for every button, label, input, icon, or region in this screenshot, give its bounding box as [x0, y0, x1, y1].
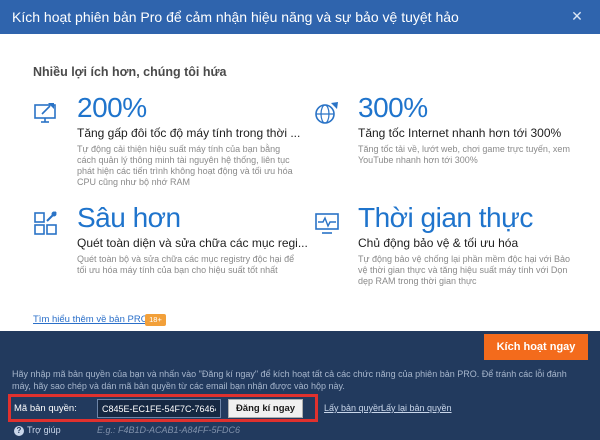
retrieve-license-link[interactable]: Lấy lại bản quyền: [381, 403, 452, 413]
feature-internet-value: 300%: [358, 92, 428, 123]
feature-deep: Sâu hơn Quét toàn diện và sửa chữa các m…: [33, 202, 308, 300]
feature-deep-subtitle: Quét toàn diện và sửa chữa các mục regi.…: [77, 236, 308, 250]
title-bar: Kích hoạt phiên bản Pro để cảm nhận hiệu…: [0, 0, 600, 34]
activation-window: Kích hoạt phiên bản Pro để cảm nhận hiệu…: [0, 0, 600, 440]
feature-speed-description: Tự động cải thiện hiệu suất máy tính của…: [77, 144, 293, 187]
activate-now-button[interactable]: Kích hoạt ngay: [484, 334, 588, 360]
help-label: Trợ giúp: [27, 425, 61, 435]
globe-rocket-icon: [314, 100, 340, 126]
feature-deep-description: Quét toàn bộ và sửa chữa các mục registr…: [77, 254, 295, 275]
feature-realtime-value: Thời gian thực: [358, 202, 533, 233]
pulse-monitor-icon: [314, 210, 340, 236]
feature-realtime: Thời gian thực Chủ động bảo vệ & tối ưu …: [314, 202, 584, 300]
license-instructions: Hãy nhập mã bản quyền của bạn và nhấn và…: [12, 369, 567, 391]
feature-realtime-description: Tự động bảo vệ chống lại phần mềm độc hạ…: [358, 254, 571, 286]
feature-realtime-subtitle: Chủ động bảo vệ & tối ưu hóa: [358, 236, 519, 250]
benefits-headline: Nhiều lợi ích hơn, chúng tôi hứa: [33, 65, 227, 79]
rocket-monitor-icon: [33, 100, 59, 126]
close-icon[interactable]: ✕: [568, 7, 586, 25]
benefits-panel: Nhiều lợi ích hơn, chúng tôi hứa 200% Tă…: [0, 34, 600, 331]
help-icon: ?: [14, 426, 24, 436]
license-label: Mã bản quyền:: [14, 403, 77, 414]
feature-speed: 200% Tăng gấp đôi tốc độ máy tính trong …: [33, 92, 301, 190]
register-now-button[interactable]: Đăng kí ngay: [228, 399, 303, 418]
learn-more-link[interactable]: Tìm hiểu thêm về bản PRO: [33, 314, 148, 325]
age-badge: 18+: [145, 314, 166, 326]
help-link[interactable]: ? Trợ giúp: [14, 425, 61, 436]
feature-speed-value: 200%: [77, 92, 147, 123]
feature-internet-description: Tăng tốc tải về, lướt web, chơi game trự…: [358, 144, 570, 165]
feature-internet-subtitle: Tăng tốc Internet nhanh hơn tới 300%: [358, 126, 562, 140]
license-key-input[interactable]: [97, 399, 221, 418]
license-example: E.g.: F4B1D-ACAB1-A84FF-5FDC6: [97, 425, 241, 435]
feature-internet: 300% Tăng tốc Internet nhanh hơn tới 300…: [314, 92, 584, 190]
tools-grid-icon: [33, 210, 59, 236]
window-title: Kích hoạt phiên bản Pro để cảm nhận hiệu…: [12, 9, 459, 25]
feature-deep-value: Sâu hơn: [77, 202, 181, 233]
feature-speed-subtitle: Tăng gấp đôi tốc độ máy tính trong thời …: [77, 126, 301, 140]
get-license-link[interactable]: Lấy bản quyền: [324, 403, 383, 413]
